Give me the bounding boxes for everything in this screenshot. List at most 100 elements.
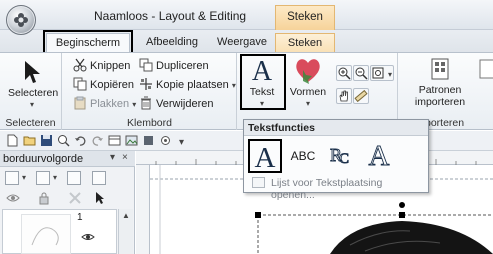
open-text-placement-list-link[interactable]: Lijst voor Tekstplaatsing openen... — [271, 177, 428, 201]
monogram-item[interactable]: R C — [324, 139, 358, 173]
tab-weergave[interactable]: Weergave — [214, 33, 270, 52]
tab-beginscherm[interactable]: Beginscherm — [43, 30, 133, 55]
select-button[interactable]: Selecteren ▾ — [8, 57, 58, 109]
copy-button[interactable]: Kopiëren — [73, 77, 134, 93]
duplicate-label: Dupliceren — [156, 60, 209, 72]
delete-label: Verwijderen — [156, 98, 214, 110]
pointer-icon[interactable] — [95, 191, 105, 205]
image-icon[interactable] — [125, 134, 138, 147]
duplicate-button[interactable]: Dupliceren — [139, 58, 209, 74]
paste-icon — [74, 96, 86, 110]
panel-toolbar-1: ▾ ▾ — [0, 168, 135, 188]
zoom-in-button[interactable] — [336, 65, 352, 81]
shapes-dropdown-caret: ▾ — [305, 99, 310, 108]
text-button-selection-outline — [240, 54, 286, 110]
import-patterns-label-2: importeren — [414, 96, 466, 108]
group-label-selecteren: Selecteren — [5, 117, 56, 129]
paste-label: Plakken — [90, 98, 130, 110]
text-A-serif-icon: A — [255, 142, 276, 174]
new-file-icon[interactable] — [6, 134, 19, 147]
cut-label: Knippen — [90, 60, 131, 72]
group-selecteren: Selecteren ▾ Selecteren — [0, 53, 62, 130]
group-label-klembord: Klembord — [127, 117, 172, 129]
import-extra-button[interactable] — [477, 57, 493, 109]
svg-text:A: A — [369, 140, 390, 169]
print-preview-icon[interactable] — [57, 134, 70, 147]
dropdown-title: Tekstfuncties — [248, 122, 315, 134]
frame-button[interactable] — [92, 171, 106, 185]
sewing-item-thumbnail[interactable] — [21, 214, 71, 254]
text-tool-item[interactable]: A — [248, 139, 282, 174]
hand-icon — [339, 90, 348, 102]
qat-customize-icon[interactable]: ▾ — [176, 134, 189, 147]
view-mode-caret[interactable]: ▾ — [22, 173, 26, 182]
tab-steken[interactable]: Steken — [275, 33, 335, 52]
ribbon-tab-row: Beginscherm Afbeelding Weergave Steken — [0, 30, 493, 55]
redo-icon[interactable] — [91, 134, 104, 147]
abc-text-item[interactable]: ABC — [286, 139, 320, 173]
scroll-up-arrow[interactable]: ▲ — [122, 211, 130, 220]
tab-afbeelding[interactable]: Afbeelding — [140, 33, 204, 52]
cursor-arrow-icon — [25, 61, 40, 83]
select-dropdown-caret: ▾ — [29, 100, 34, 109]
view-mode-button[interactable] — [5, 171, 19, 185]
application-menu-button[interactable] — [6, 5, 36, 35]
outline-text-item[interactable]: A — [362, 139, 396, 173]
cut-button[interactable]: Knippen — [73, 58, 130, 74]
sort-button[interactable] — [36, 171, 50, 185]
sewing-order-panel: borduurvolgorde ▾ × ▾ ▾ 1 ▲ — [0, 151, 135, 254]
open-folder-icon[interactable] — [23, 134, 36, 147]
thumbnail-preview-icon — [31, 227, 59, 246]
save-icon[interactable] — [40, 134, 53, 147]
text-functions-dropdown: Tekstfuncties A ABC R C A Lijst voor Tek… — [243, 119, 429, 201]
import-patterns-button[interactable]: Patronen importeren — [407, 57, 473, 109]
scissors-icon — [73, 58, 87, 72]
panel-close-button[interactable]: × — [122, 152, 128, 163]
sort-caret[interactable]: ▾ — [53, 173, 57, 182]
import-patterns-icon — [431, 58, 449, 80]
copy-icon — [73, 77, 87, 91]
vertical-ruler — [136, 165, 150, 254]
object-icon[interactable] — [142, 134, 155, 147]
place-copy-dropdown-caret: ▾ — [231, 81, 236, 90]
import-extra-icon — [479, 59, 493, 79]
layout-icon[interactable] — [108, 134, 121, 147]
place-copy-label: Kopie plaatsen — [156, 79, 229, 91]
sewing-order-list: 1 — [2, 209, 117, 254]
svg-text:▾: ▾ — [388, 70, 392, 79]
panel-title-bar: borduurvolgorde ▾ × — [0, 151, 135, 167]
place-copy-icon — [140, 78, 152, 90]
trash-icon — [141, 96, 151, 110]
zoom-out-button[interactable] — [353, 65, 369, 81]
svg-text:▾: ▾ — [179, 137, 184, 147]
text-A-outline-icon: A — [368, 140, 390, 173]
measure-button[interactable] — [353, 88, 369, 104]
place-copy-button[interactable]: Kopie plaatsen ▾ — [139, 77, 236, 93]
group-label-importeren: porteren — [425, 117, 465, 129]
sewing-item-number: 1 — [77, 212, 83, 223]
list-icon — [252, 177, 265, 188]
zoom-fit-button[interactable]: ▾ — [370, 65, 394, 81]
zoom-out-icon — [355, 67, 368, 80]
delete-x-icon[interactable] — [68, 191, 82, 205]
shapes-button[interactable]: Vormen ▾ — [287, 55, 329, 108]
duplicate-icon — [139, 58, 153, 72]
svg-text:C: C — [339, 151, 349, 167]
undo-icon[interactable] — [74, 134, 87, 147]
panel-toolbar-2 — [0, 188, 135, 208]
eye-icon[interactable] — [6, 192, 20, 204]
item-visibility-icon[interactable] — [81, 232, 95, 242]
window-title: Naamloos - Layout & Editing — [94, 9, 247, 23]
dropdown-title-bar: Tekstfuncties — [244, 120, 428, 136]
lock-icon[interactable] — [38, 191, 50, 205]
panel-pin-button[interactable]: ▾ — [110, 152, 115, 163]
app-flower-icon — [14, 13, 28, 27]
delete-button[interactable]: Verwijderen — [139, 96, 213, 112]
context-tab-header: Steken — [275, 5, 335, 30]
paste-button[interactable]: Plakken ▾ — [73, 96, 136, 112]
settings-small-icon[interactable] — [159, 134, 172, 147]
pan-button[interactable] — [336, 88, 352, 104]
zoom-fit-icon: ▾ — [372, 67, 392, 79]
panel-scrollbar[interactable]: ▲ — [118, 209, 133, 254]
group-button[interactable] — [67, 171, 81, 185]
